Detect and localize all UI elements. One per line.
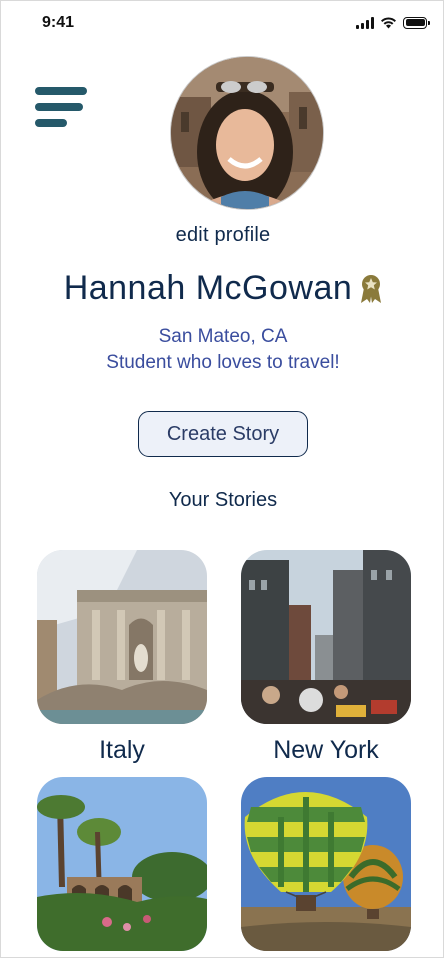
story-card-balloons[interactable] [241,777,411,951]
create-story-button[interactable]: Create Story [138,411,308,457]
app-screen: 9:41 edit profile Hannah McGowan San Mat… [0,0,444,958]
hamburger-menu-icon[interactable] [35,87,87,127]
award-badge-icon [361,274,382,303]
story-card-italy[interactable] [37,550,207,724]
profile-bio: Student who loves to travel! [106,352,340,373]
battery-icon [403,16,430,29]
profile-name-row: Hannah McGowan [1,269,443,308]
wifi-icon [381,17,396,29]
profile-name: Hannah McGowan [63,269,353,307]
your-stories-heading: Your Stories [168,489,278,511]
avatar[interactable] [170,56,324,210]
status-time: 9:41 [42,14,75,31]
story-label-new-york: New York [273,736,379,764]
status-icons [356,16,430,29]
story-card-park[interactable] [37,777,207,951]
edit-profile-link[interactable]: edit profile [1,224,443,247]
story-card-new-york[interactable] [241,550,411,724]
signal-icon [356,16,374,29]
story-label-italy: Italy [99,736,145,764]
profile-location: San Mateo, CA [158,326,288,347]
